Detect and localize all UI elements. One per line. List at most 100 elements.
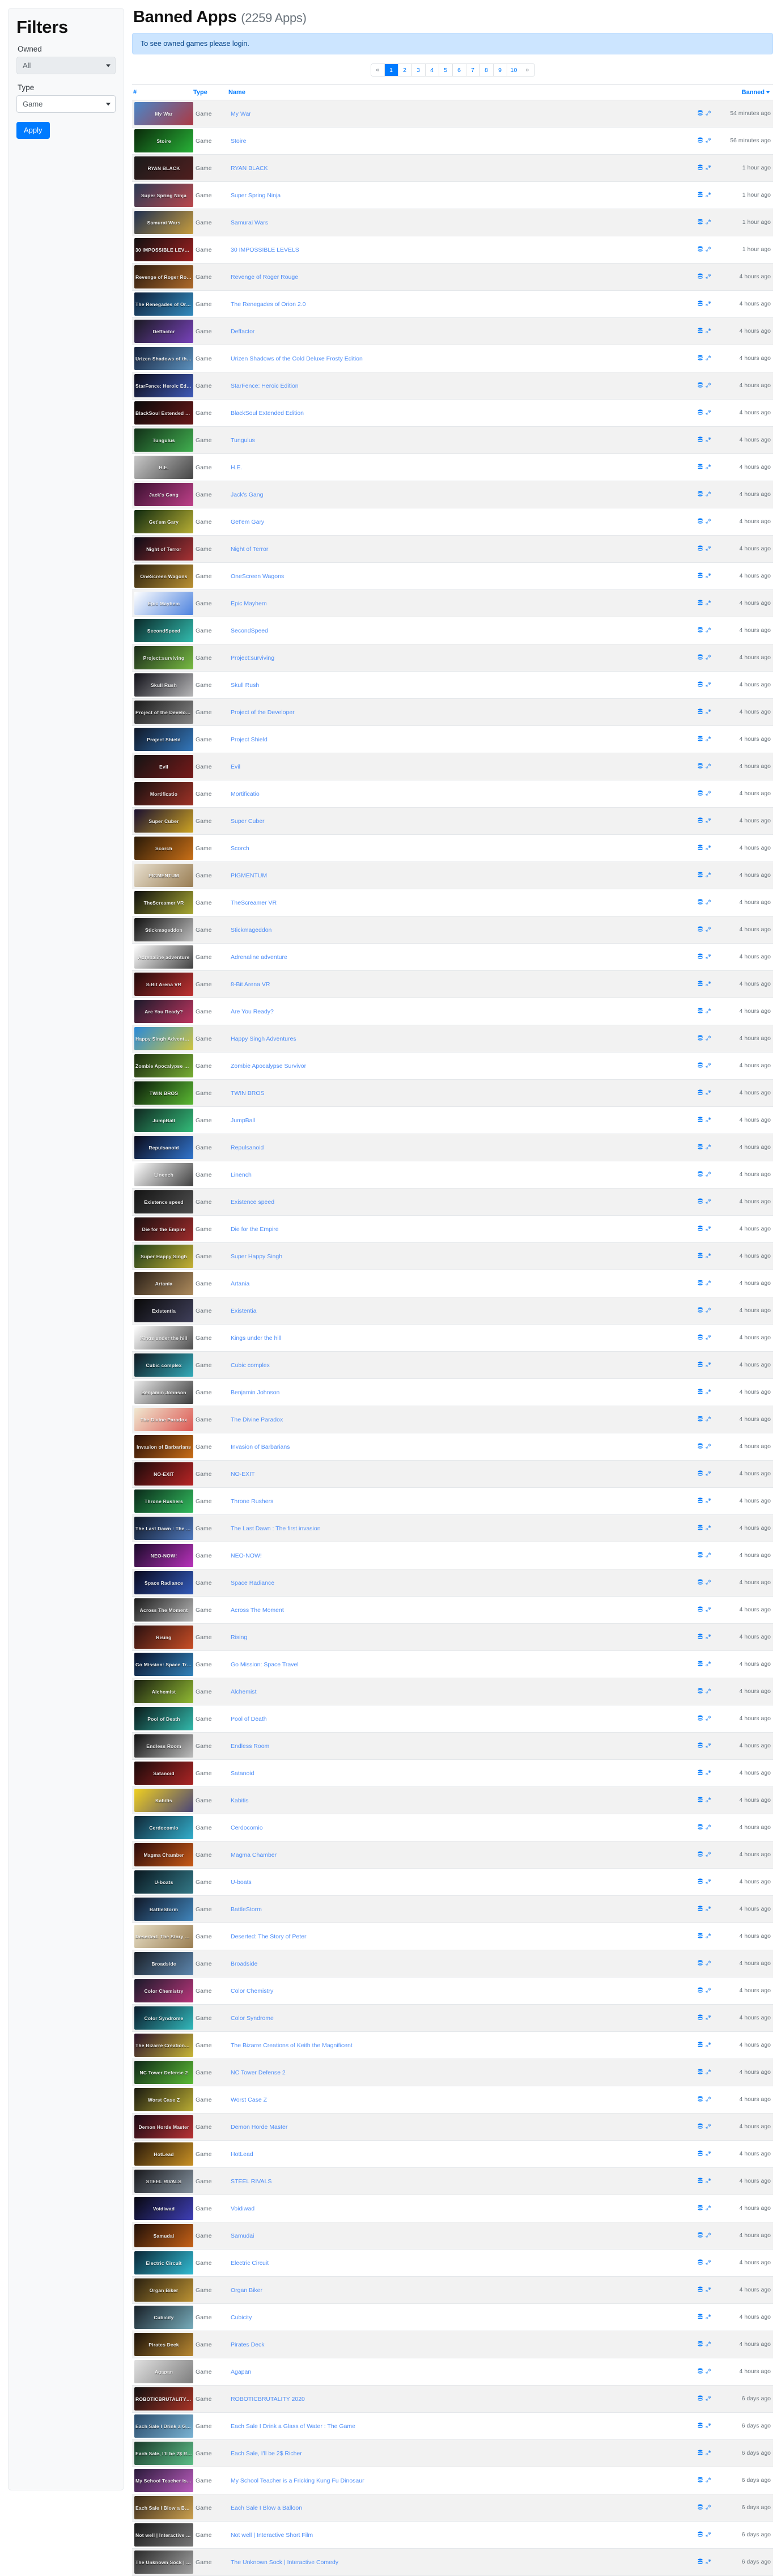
- pagination-page-1[interactable]: 1: [384, 64, 398, 76]
- pagination-page-2[interactable]: 2: [398, 64, 412, 76]
- type-filter-select[interactable]: Game: [16, 95, 116, 113]
- table-row[interactable]: Organ Biker Game Organ Biker 4 hours ago: [132, 2276, 773, 2304]
- steam-icon[interactable]: [705, 2123, 711, 2131]
- app-name-link[interactable]: Evil: [231, 763, 240, 770]
- steam-icon[interactable]: [705, 137, 711, 145]
- table-row[interactable]: Night of Terror Game Night of Terror 4 hour…: [132, 535, 773, 563]
- table-row[interactable]: H.E. Game H.E. 4 hours ago: [132, 453, 773, 481]
- database-icon[interactable]: [697, 355, 703, 363]
- app-name-link[interactable]: STEEL RIVALS: [231, 2178, 271, 2185]
- table-row[interactable]: StarFence: Heroic Edition Game StarFence: …: [132, 372, 773, 400]
- table-row[interactable]: Invasion of Barbarians Game Invasion of Ba…: [132, 1433, 773, 1461]
- table-row[interactable]: Urizen Shadows of the Cold Deluxe Frosty…: [132, 345, 773, 372]
- app-name-link[interactable]: Kabitis: [231, 1797, 249, 1804]
- pagination-prev[interactable]: «: [371, 64, 385, 76]
- table-row[interactable]: 30 IMPOSSIBLE LEVELS Game 30 IMPOSSIBLE LE…: [132, 236, 773, 264]
- steam-icon[interactable]: [705, 1443, 711, 1451]
- steam-icon[interactable]: [705, 1742, 711, 1750]
- table-row[interactable]: Project:surviving Game Project:surviving 4 …: [132, 644, 773, 672]
- steam-icon[interactable]: [705, 1797, 711, 1805]
- steam-icon[interactable]: [705, 627, 711, 635]
- app-name-link[interactable]: Pool of Death: [231, 1716, 267, 1722]
- database-icon[interactable]: [697, 2368, 703, 2376]
- steam-icon[interactable]: [705, 953, 711, 961]
- table-row[interactable]: Are You Ready? Game Are You Ready? 4 hours …: [132, 998, 773, 1025]
- app-name-link[interactable]: U-boats: [231, 1879, 252, 1886]
- database-icon[interactable]: [697, 328, 703, 336]
- table-row[interactable]: Existentia Game Existentia 4 hours ago: [132, 1297, 773, 1325]
- table-row[interactable]: Project of the Developer Game Project of t…: [132, 698, 773, 726]
- database-icon[interactable]: [697, 899, 703, 907]
- database-icon[interactable]: [697, 545, 703, 553]
- table-row[interactable]: Stoire Game Stoire 56 minutes ago: [132, 127, 773, 155]
- steam-icon[interactable]: [705, 2368, 711, 2376]
- steam-icon[interactable]: [705, 1715, 711, 1723]
- app-name-link[interactable]: Artania: [231, 1280, 249, 1287]
- database-icon[interactable]: [697, 1035, 703, 1043]
- app-name-link[interactable]: 8-Bit Arena VR: [231, 981, 270, 988]
- column-header-num[interactable]: #: [132, 84, 193, 100]
- app-name-link[interactable]: Zombie Apocalypse Survivor: [231, 1063, 306, 1070]
- steam-icon[interactable]: [705, 681, 711, 689]
- steam-icon[interactable]: [705, 817, 711, 825]
- app-name-link[interactable]: Jack's Gang: [231, 491, 263, 498]
- steam-icon[interactable]: [705, 1144, 711, 1152]
- steam-icon[interactable]: [705, 1851, 711, 1859]
- app-name-link[interactable]: Super Happy Singh: [231, 1253, 282, 1260]
- database-icon[interactable]: [697, 1361, 703, 1369]
- database-icon[interactable]: [697, 1334, 703, 1342]
- database-icon[interactable]: [697, 1606, 703, 1614]
- app-name-link[interactable]: TheScreamer VR: [231, 899, 277, 906]
- steam-icon[interactable]: [705, 1579, 711, 1587]
- steam-icon[interactable]: [705, 708, 711, 716]
- database-icon[interactable]: [697, 273, 703, 281]
- database-icon[interactable]: [697, 1225, 703, 1233]
- table-row[interactable]: Deffactor Game Deffactor 4 hours ago: [132, 317, 773, 345]
- steam-icon[interactable]: [705, 2096, 711, 2104]
- table-row[interactable]: Each Sale I Drink a Glass of Water : The…: [132, 2412, 773, 2440]
- app-name-link[interactable]: Color Chemistry: [231, 1988, 273, 1994]
- table-row[interactable]: My War Game My War 54 minutes ago: [132, 100, 773, 128]
- database-icon[interactable]: [697, 1443, 703, 1451]
- database-icon[interactable]: [697, 790, 703, 798]
- steam-icon[interactable]: [705, 491, 711, 499]
- database-icon[interactable]: [697, 736, 703, 744]
- steam-icon[interactable]: [705, 219, 711, 227]
- table-row[interactable]: RYAN BLACK Game RYAN BLACK 1 hour ago: [132, 154, 773, 182]
- table-row[interactable]: Throne Rushers Game Throne Rushers 4 hours …: [132, 1487, 773, 1515]
- pagination-page-8[interactable]: 8: [479, 64, 494, 76]
- table-row[interactable]: OneScreen Wagons Game OneScreen Wagons 4 ho…: [132, 562, 773, 590]
- steam-icon[interactable]: [705, 2069, 711, 2077]
- table-row[interactable]: Pirates Deck Game Pirates Deck 4 hours ago: [132, 2331, 773, 2358]
- steam-icon[interactable]: [705, 1253, 711, 1261]
- table-row[interactable]: BattleStorm Game BattleStorm 4 hours ago: [132, 1895, 773, 1923]
- app-name-link[interactable]: Broadside: [231, 1960, 257, 1967]
- table-row[interactable]: TWIN BROS Game TWIN BROS 4 hours ago: [132, 1079, 773, 1107]
- app-name-link[interactable]: Demon Horde Master: [231, 2124, 287, 2131]
- steam-icon[interactable]: [705, 1089, 711, 1097]
- database-icon[interactable]: [697, 2205, 703, 2213]
- app-name-link[interactable]: Project of the Developer: [231, 709, 295, 716]
- app-name-link[interactable]: Die for the Empire: [231, 1226, 279, 1233]
- app-name-link[interactable]: H.E.: [231, 464, 242, 471]
- app-name-link[interactable]: JumpBall: [231, 1117, 255, 1124]
- database-icon[interactable]: [697, 872, 703, 880]
- database-icon[interactable]: [697, 654, 703, 662]
- app-name-link[interactable]: Pirates Deck: [231, 2341, 265, 2348]
- steam-icon[interactable]: [705, 382, 711, 390]
- database-icon[interactable]: [697, 2259, 703, 2267]
- app-name-link[interactable]: Agapan: [231, 2369, 251, 2375]
- steam-icon[interactable]: [705, 436, 711, 444]
- database-icon[interactable]: [697, 1987, 703, 1995]
- database-icon[interactable]: [697, 1797, 703, 1805]
- steam-icon[interactable]: [705, 844, 711, 852]
- database-icon[interactable]: [697, 246, 703, 254]
- steam-icon[interactable]: [705, 2205, 711, 2213]
- database-icon[interactable]: [697, 164, 703, 172]
- table-row[interactable]: BlackSoul Extended EditionGameBlackSoul …: [132, 399, 773, 427]
- database-icon[interactable]: [697, 1933, 703, 1941]
- owned-filter-select[interactable]: All: [16, 57, 116, 75]
- app-name-link[interactable]: Samudai: [231, 2233, 254, 2239]
- table-row[interactable]: Satanoid Game Satanoid 4 hours ago: [132, 1759, 773, 1787]
- table-row[interactable]: Skull Rush Game Skull Rush 4 hours ago: [132, 671, 773, 699]
